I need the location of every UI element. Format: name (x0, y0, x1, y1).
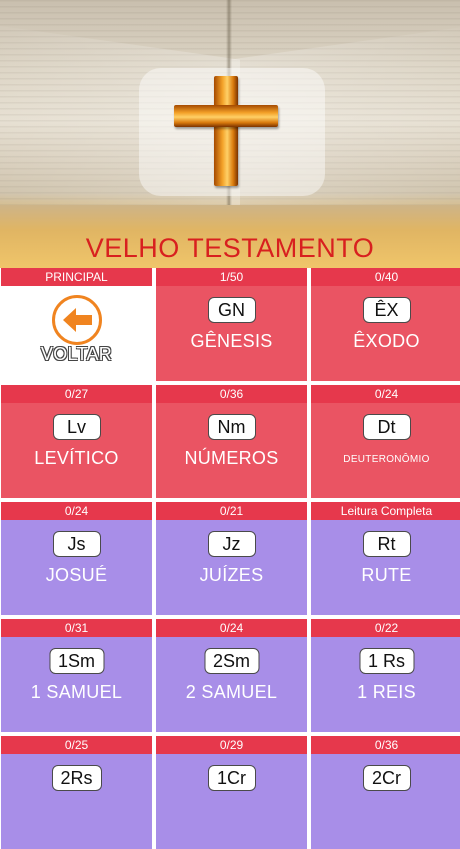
book-card-juizes[interactable]: 0/21 Jz JUÍZES (156, 502, 307, 615)
book-name: DEUTERONÔMIO (343, 454, 430, 465)
progress-label: 0/24 (311, 385, 460, 403)
back-caption: PRINCIPAL (1, 268, 152, 286)
progress-label: 0/29 (156, 736, 307, 754)
cross-icon-bar (174, 105, 278, 127)
book-card-2cronicas[interactable]: 0/36 2Cr (311, 736, 460, 849)
book-card-genesis[interactable]: 1/50 GN GÊNESIS (156, 268, 307, 381)
progress-label: Leitura Completa (311, 502, 460, 520)
book-name: JOSUÉ (45, 565, 108, 585)
books-grid: PRINCIPAL VOLTAR 1/50 GN GÊNESIS 0/40 ÊX… (0, 268, 460, 849)
progress-label: 1/50 (156, 268, 307, 286)
progress-label: 0/24 (1, 502, 152, 520)
book-abbr-button[interactable]: 1Sm (48, 648, 105, 674)
book-name: NÚMEROS (184, 448, 279, 468)
header-banner: VELHO TESTAMENTO (0, 0, 460, 268)
book-card-deuteronomio[interactable]: 0/24 Dt DEUTERONÔMIO (311, 385, 460, 498)
book-abbr-button[interactable]: Nm (207, 414, 256, 440)
book-abbr-button[interactable]: 2Sm (203, 648, 260, 674)
book-card-rute[interactable]: Leitura Completa Rt RUTE (311, 502, 460, 615)
book-card-2reis[interactable]: 0/25 2Rs (1, 736, 152, 849)
book-card-exodo[interactable]: 0/40 ÊX ÊXODO (311, 268, 460, 381)
book-abbr-button[interactable]: 2Cr (362, 765, 411, 791)
book-abbr-button[interactable]: Rt (362, 531, 411, 557)
book-name: 2 SAMUEL (185, 682, 278, 702)
progress-label: 0/21 (156, 502, 307, 520)
book-name: 1 SAMUEL (30, 682, 123, 702)
book-name: GÊNESIS (190, 331, 273, 351)
progress-label: 0/36 (311, 736, 460, 754)
book-abbr-button[interactable]: ÊX (362, 297, 411, 323)
book-name: LEVÍTICO (34, 448, 119, 468)
progress-label: 0/40 (311, 268, 460, 286)
progress-label: 0/27 (1, 385, 152, 403)
book-abbr-button[interactable]: 2Rs (51, 765, 102, 791)
book-abbr-button[interactable]: Jz (207, 531, 256, 557)
progress-label: 0/31 (1, 619, 152, 637)
cross-icon (214, 76, 238, 186)
page-title: VELHO TESTAMENTO (85, 232, 375, 263)
book-card-numeros[interactable]: 0/36 Nm NÚMEROS (156, 385, 307, 498)
book-name: RUTE (361, 565, 412, 585)
progress-label: 0/24 (156, 619, 307, 637)
book-name: JUÍZES (199, 565, 264, 585)
book-abbr-button[interactable]: 1 Rs (358, 648, 415, 674)
arrow-left-icon (52, 295, 102, 345)
book-card-1reis[interactable]: 0/22 1 Rs 1 REIS (311, 619, 460, 732)
back-card[interactable]: PRINCIPAL VOLTAR (1, 268, 152, 381)
progress-label: 0/25 (1, 736, 152, 754)
book-abbr-button[interactable]: 1Cr (207, 765, 256, 791)
book-name: ÊXODO (353, 331, 420, 351)
book-abbr-button[interactable]: Lv (52, 414, 101, 440)
book-card-levitico[interactable]: 0/27 Lv LEVÍTICO (1, 385, 152, 498)
book-abbr-button[interactable]: Dt (362, 414, 411, 440)
progress-label: 0/22 (311, 619, 460, 637)
back-button-label: VOLTAR (40, 344, 113, 364)
book-card-2samuel[interactable]: 0/24 2Sm 2 SAMUEL (156, 619, 307, 732)
book-abbr-button[interactable]: Js (52, 531, 101, 557)
book-card-1cronicas[interactable]: 0/29 1Cr (156, 736, 307, 849)
book-name: 1 REIS (357, 682, 416, 702)
progress-label: 0/36 (156, 385, 307, 403)
book-card-josue[interactable]: 0/24 Js JOSUÉ (1, 502, 152, 615)
book-card-1samuel[interactable]: 0/31 1Sm 1 SAMUEL (1, 619, 152, 732)
book-abbr-button[interactable]: GN (207, 297, 256, 323)
